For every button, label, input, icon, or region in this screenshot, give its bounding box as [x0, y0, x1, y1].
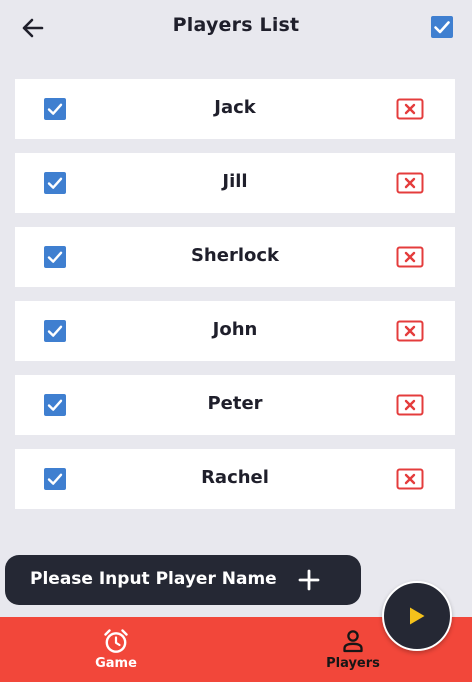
player-row: Jill [15, 153, 455, 213]
nav-label-players: Players [326, 656, 380, 671]
player-name: Jill [222, 171, 248, 192]
start-game-button[interactable] [382, 581, 452, 651]
player-name: John [212, 319, 258, 340]
alarm-clock-icon [104, 629, 128, 653]
player-name-input-bar: Please Input Player Name [5, 555, 361, 605]
person-icon [343, 630, 363, 653]
player-name: Sherlock [190, 245, 280, 266]
player-row: John [15, 301, 455, 361]
player-row: Jack [15, 79, 455, 139]
player-name: Peter [207, 393, 263, 414]
players-list: Jack Jill Sherlock John Peter Rachel [15, 79, 455, 523]
player-checkbox-icon[interactable] [44, 246, 66, 268]
select-all-checkbox-icon[interactable] [430, 15, 454, 39]
player-name: Rachel [201, 467, 269, 488]
delete-player-icon[interactable] [396, 394, 424, 416]
delete-player-icon[interactable] [396, 98, 424, 120]
delete-player-icon[interactable] [396, 468, 424, 490]
delete-player-icon[interactable] [396, 320, 424, 342]
player-checkbox-icon[interactable] [44, 172, 66, 194]
player-name: Jack [214, 97, 256, 118]
page-title: Players List [172, 14, 300, 36]
nav-label-game: Game [95, 656, 137, 671]
player-checkbox-icon[interactable] [44, 394, 66, 416]
delete-player-icon[interactable] [396, 246, 424, 268]
player-name-input[interactable]: Please Input Player Name [30, 569, 277, 589]
player-row: Sherlock [15, 227, 455, 287]
plus-icon[interactable] [296, 567, 322, 593]
player-checkbox-icon[interactable] [44, 468, 66, 490]
delete-player-icon[interactable] [396, 172, 424, 194]
play-icon [410, 607, 425, 625]
player-row: Rachel [15, 449, 455, 509]
nav-item-game[interactable]: Game [56, 627, 176, 671]
player-checkbox-icon[interactable] [44, 320, 66, 342]
app-header: Players List [0, 0, 472, 56]
player-checkbox-icon[interactable] [44, 98, 66, 120]
player-row: Peter [15, 375, 455, 435]
